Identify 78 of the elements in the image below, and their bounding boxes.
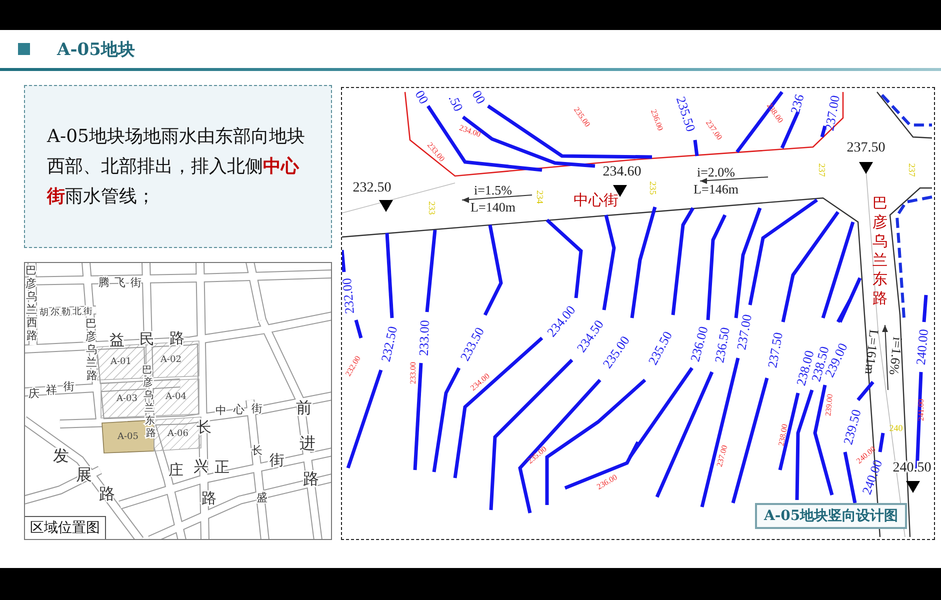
contour-label: 232.50: [378, 324, 400, 364]
road-name: 长: [252, 444, 262, 456]
road-name: 发: [53, 446, 69, 464]
road-name: 庆祥街: [28, 380, 74, 400]
description-text: A-05地块场地雨水由东部向地块西部、北部排出，排入北侧中心街雨水管线；: [47, 125, 306, 209]
road-name: 街: [270, 451, 284, 469]
grid-mark-label: 233: [427, 201, 437, 215]
grid-mark-label: 237: [817, 163, 827, 177]
parcel-label: A-01: [110, 357, 132, 367]
contour-label: 237.00: [734, 313, 754, 351]
map-caption: 区域位置图: [25, 516, 106, 539]
road-name: 路: [202, 489, 216, 507]
map-title: A-05地块竖向设计图: [755, 503, 908, 529]
road-name: 中心街: [216, 402, 262, 416]
contour-label: 236: [787, 92, 807, 116]
slide-title: A-05地块: [57, 38, 135, 60]
grid-mark-label: 234: [535, 190, 545, 204]
slope-grade: i=1.6%: [886, 336, 906, 376]
road-name: 长: [196, 418, 212, 436]
road-name: 庄: [168, 461, 184, 479]
slope-length: L=146m: [694, 182, 738, 196]
road-name: 前进路: [296, 398, 319, 488]
elevation-marker-icon: [906, 481, 920, 493]
contour-line: [820, 126, 827, 138]
title-marker-icon: [18, 43, 30, 55]
road-name: 正: [214, 458, 230, 476]
road-name: 展: [76, 464, 92, 484]
existing-elevation-label: 236.00: [649, 108, 665, 132]
elevation-label: 237.50: [846, 140, 886, 156]
road-name: 巴彦乌兰西路: [26, 264, 38, 342]
slope-length: L=161m: [862, 328, 882, 376]
contour-label: 239.50: [840, 408, 864, 446]
road-name: 中心街: [574, 191, 618, 209]
parcel-label: A-04: [166, 392, 186, 402]
road-name: 胡尔勒北街: [40, 306, 92, 318]
existing-elevation-label: 234.00: [458, 123, 482, 139]
slope-arrow: [882, 324, 888, 390]
grid-mark-label: 237: [907, 163, 917, 177]
parcel-label: A-06: [168, 429, 188, 439]
slope-arrow: [462, 194, 532, 203]
contour-label: 235.50: [673, 94, 699, 134]
existing-elevation-label: 241.00: [916, 399, 926, 421]
contour-label: 236.00: [687, 324, 711, 364]
slope-arrow: [700, 176, 768, 184]
road-name: 巴彦乌兰路: [86, 316, 98, 382]
parcel-label: A-02: [160, 355, 182, 365]
road-name: 益民路: [110, 329, 184, 349]
road-name: 路: [99, 484, 115, 502]
existing-elevation-label: 239.00: [824, 394, 834, 416]
slope-grade: i=1.5%: [474, 182, 512, 198]
parcel-label: A-05: [118, 432, 138, 442]
slope-grade: i=2.0%: [696, 164, 736, 180]
road-name: 兴: [194, 457, 208, 475]
parcel-label: A-03: [116, 394, 138, 404]
road-name: 巴彦乌兰东路: [872, 194, 888, 307]
contour-label: .50: [446, 92, 466, 114]
road-name: 盛: [256, 490, 268, 504]
elevation-label: 234.60: [602, 164, 642, 180]
contour-label: 236.50: [712, 326, 732, 364]
elevation-marker-icon: [379, 200, 393, 212]
contour-label: 232.00: [342, 278, 358, 314]
grid-mark-label: 240: [889, 423, 903, 433]
road-name: 腾飞街: [98, 276, 142, 288]
existing-elevation-label: 238.00: [776, 423, 790, 447]
elevation-label: 232.50: [352, 180, 392, 196]
contour-label: 240.00: [912, 328, 932, 366]
contour-label: 00: [469, 88, 489, 106]
contour-label: 233.00: [416, 320, 432, 356]
elevation-marker-icon: [859, 162, 873, 174]
slope-length: L=140m: [470, 200, 516, 214]
existing-elevation-label: 233.00: [408, 362, 418, 384]
contour-line: [693, 140, 699, 156]
contour-label: 237.50: [764, 331, 786, 369]
contour-line: [878, 432, 885, 452]
existing-elevation-label: 237.00: [714, 444, 730, 468]
grid-mark-label: 235: [648, 181, 658, 195]
contour-label: 237.00: [822, 94, 842, 132]
contour-label: 00: [412, 88, 432, 106]
